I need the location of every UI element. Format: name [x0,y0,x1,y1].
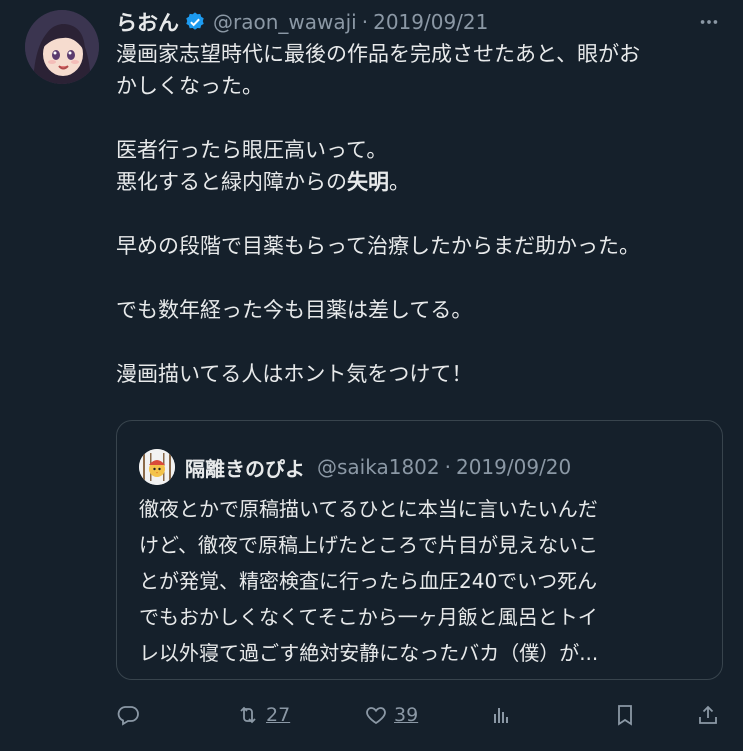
quoted-line: けど、徹夜で原稿上げたところで片目が見えないこ [139,533,598,557]
tweet-line-gap [116,262,726,294]
like-button[interactable]: 39 [364,699,418,731]
author-avatar-image [25,10,99,84]
quoted-line: とが発覚、精密検査に行ったら血圧240でいつ死ん [139,569,598,593]
quoted-tweet-header: 隔離きのぴよ @saika1802 · 2019/09/20 [139,449,571,485]
tweet-header: らおん @raon_wawaji · 2019/09/21 [116,8,723,36]
tweet-text: 悪化すると緑内障からの [116,170,347,194]
quoted-line: レ以外寝て過ごす絶対安静になったバカ（僕）が... [139,641,599,665]
quoted-tweet-date: 2019/09/20 [455,455,572,479]
quoted-line: 徹夜とかで原稿描いてるひとに本当に言いたいんだ [139,497,598,521]
heart-icon [366,707,386,725]
tweet-body: 漫画家志望時代に最後の作品を完成させたあと、眼がお かしくなった。 医者行ったら… [116,38,726,390]
tweet-line-gap [116,102,726,134]
retweet-count[interactable]: 27 [266,704,290,726]
author-name[interactable]: らおん [116,7,179,37]
verified-badge-icon [186,12,204,30]
author-avatar[interactable] [25,10,99,84]
views-button[interactable] [489,699,513,731]
quoted-author-avatar [139,449,175,485]
bookmark-icon [618,705,632,726]
quoted-tweet-card[interactable]: 隔離きのぴよ @saika1802 · 2019/09/20 徹夜とかで原稿描い… [116,420,723,680]
tweet-line: 漫画描いてる人はホント気をつけて！ [116,362,473,386]
more-icon [700,20,718,24]
tweet-text: 。 [389,170,410,194]
separator-dot: · [361,10,369,34]
tweet-line: 悪化すると緑内障からの失明。 [116,166,726,198]
quoted-separator-dot: · [444,455,451,479]
share-button[interactable] [696,699,720,731]
tweet-line-gap [116,198,726,230]
author-handle[interactable]: @raon_wawaji [213,10,357,34]
tweet-bold-text: 失明 [347,170,389,194]
tweet-line: 医者行ったら眼圧高いって。 [116,138,388,162]
quoted-author-handle: @saika1802 [317,455,440,479]
quoted-author-name: 隔離きのぴよ [185,456,305,481]
tweet-line: かしくなった。 [116,74,263,98]
analytics-icon [494,708,508,723]
tweet-line: 早めの段階で目薬もらって治療したからまだ助かった。 [116,234,640,258]
reply-button[interactable] [116,699,140,731]
tweet-date[interactable]: 2019/09/21 [373,10,488,34]
share-icon [699,705,717,724]
more-options-button[interactable] [695,8,723,36]
tweet-line-gap [116,326,726,358]
tweet-action-bar: 27 39 [116,699,726,731]
tweet-line: でも数年経った今も目薬は差してる。 [116,298,473,322]
retweet-button[interactable]: 27 [236,699,290,731]
quoted-tweet-text: 徹夜とかで原稿描いてるひとに本当に言いたいんだ けど、徹夜で原稿上げたところで片… [139,491,705,671]
like-count[interactable]: 39 [394,704,418,726]
bookmark-button[interactable] [613,699,637,731]
tweet-line: 漫画家志望時代に最後の作品を完成させたあと、眼がお [116,42,641,66]
retweet-icon [240,706,256,724]
quoted-line: でもおかしくなくてそこから一ヶ月飯と風呂とトイ [139,605,598,629]
quoted-avatar-image [139,449,175,485]
reply-icon [117,706,139,726]
